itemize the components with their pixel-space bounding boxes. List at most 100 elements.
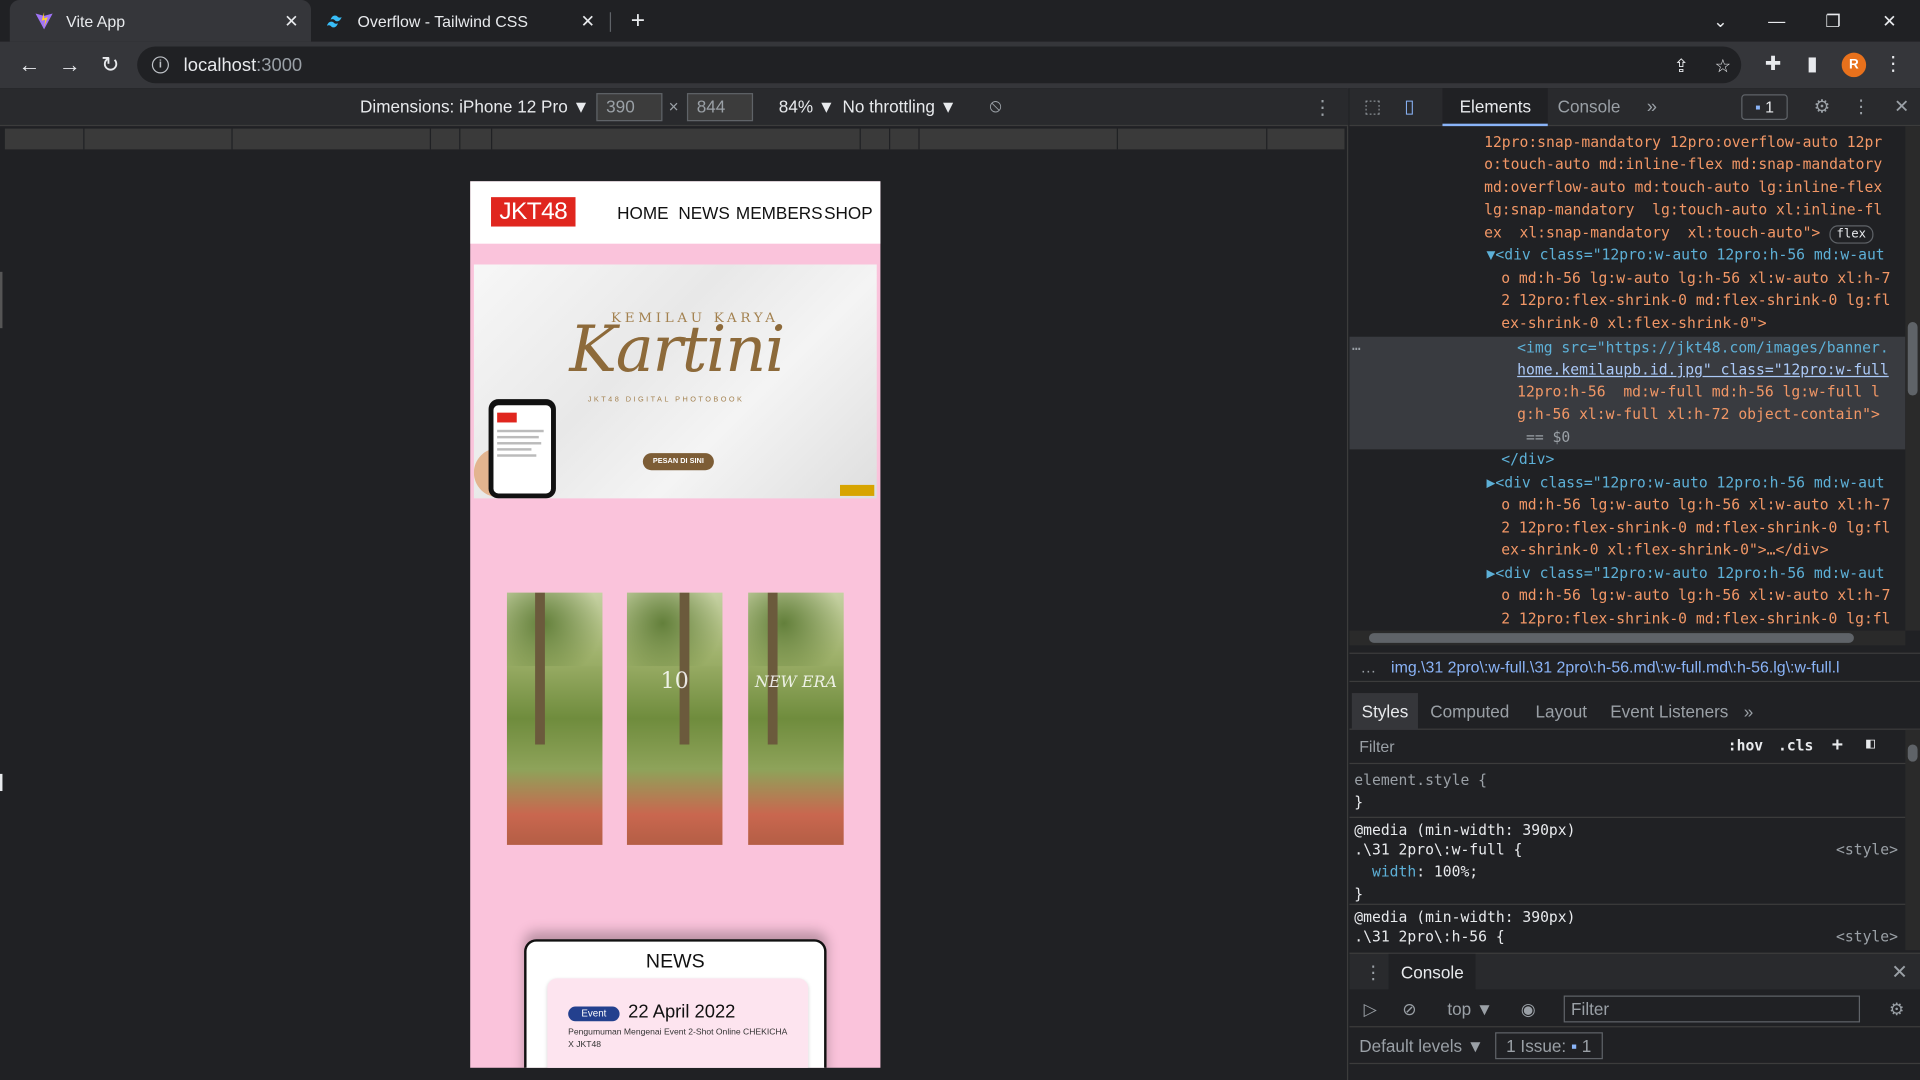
dom-line[interactable]: o md:h-56 lg:w-auto lg:h-56 xl:w-auto xl… <box>1501 493 1890 516</box>
dom-line-selected[interactable]: <img src="https://jkt48.com/images/banne… <box>1517 337 1889 360</box>
rule-source[interactable]: <style> <box>1836 927 1898 948</box>
devtools-menu-icon[interactable]: ⋮ <box>1850 97 1872 119</box>
dom-line-selected[interactable]: 12pro:h-56 md:w-full md:h-56 lg:w-full l <box>1517 381 1880 404</box>
context-select[interactable]: top ▼ <box>1447 999 1493 1019</box>
toggle-sidebar-icon[interactable]: ◧ <box>1866 735 1875 752</box>
tab-overflow-tailwind[interactable]: Overflow - Tailwind CSS ✕ <box>311 0 607 42</box>
subtab-layout[interactable]: Layout <box>1536 693 1587 730</box>
tab-search-chevron-icon[interactable]: ⌄ <box>1692 0 1748 42</box>
subtab-event-listeners[interactable]: Event Listeners <box>1610 693 1728 730</box>
subtab-styles[interactable]: Styles <box>1351 693 1419 730</box>
extensions-puzzle-icon[interactable]: ✚ <box>1761 53 1785 77</box>
dom-line[interactable]: ▶<div class="12pro:w-auto 12pro:h-56 md:… <box>1487 471 1885 494</box>
rule-line[interactable]: } <box>1354 792 1363 813</box>
device-width-input[interactable]: 390 <box>596 93 663 122</box>
rotate-icon[interactable]: ⦸ <box>984 96 1006 118</box>
dom-line[interactable]: o md:h-56 lg:w-auto lg:h-56 xl:w-auto xl… <box>1501 267 1890 290</box>
rule-line[interactable]: } <box>1354 884 1363 905</box>
rule-line[interactable]: .\31 2pro\:h-56 { <box>1354 927 1504 948</box>
media-query-ruler[interactable] <box>4 128 1345 150</box>
throttling-select[interactable]: No throttling ▼ <box>842 97 956 117</box>
more-subtabs-icon[interactable]: » <box>1744 693 1754 730</box>
console-sidebar-icon[interactable]: ▷ <box>1359 998 1381 1020</box>
kartini-banner[interactable]: KEMILAU KARYA Kartini JKT48 DIGITAL PHOT… <box>473 264 877 499</box>
jkt48-logo[interactable]: JKT48 <box>491 197 576 227</box>
rule-line[interactable]: .\31 2pro\:w-full { <box>1354 840 1522 861</box>
dom-line[interactable]: md:overflow-auto md:touch-auto lg:inline… <box>1484 176 1882 199</box>
photo-card[interactable]: 10 <box>626 592 723 845</box>
dom-line[interactable]: 2 12pro:flex-shrink-0 md:flex-shrink-0 l… <box>1501 289 1890 312</box>
issues-button[interactable]: 1 Issue: ▪ 1 <box>1495 1032 1603 1060</box>
dom-line-selected[interactable]: g:h-56 xl:w-full xl:h-72 object-contain"… <box>1517 403 1880 426</box>
close-devtools-icon[interactable]: ✕ <box>1891 97 1913 119</box>
drawer-tab-console[interactable]: Console <box>1388 953 1476 991</box>
dom-line[interactable]: 2 12pro:flex-shrink-0 md:flex-shrink-0 l… <box>1501 607 1890 630</box>
photo-card[interactable]: NEW ERA <box>748 592 844 845</box>
rule-line[interactable]: width: 100%; <box>1354 862 1478 883</box>
console-filter-input[interactable]: Filter <box>1563 995 1861 1023</box>
issues-badge[interactable]: ▪ 1 <box>1741 94 1788 121</box>
rule-line[interactable]: element.style { <box>1354 770 1487 791</box>
node-ellipsis[interactable]: … <box>1352 334 1361 357</box>
close-window-icon[interactable]: ✕ <box>1861 0 1917 42</box>
nav-news[interactable]: NEWS <box>678 203 729 223</box>
device-height-input[interactable]: 844 <box>686 93 754 122</box>
element-breadcrumb[interactable]: … img.\31 2pro\:w-full.\31 2pro\:h-56.md\… <box>1349 652 1920 683</box>
dom-line[interactable]: </div> <box>1501 448 1554 471</box>
back-icon[interactable]: ← <box>15 50 44 79</box>
clear-console-icon[interactable]: ⊘ <box>1398 998 1420 1020</box>
device-select[interactable]: Dimensions: iPhone 12 Pro ▼ <box>360 97 589 117</box>
dom-line-selected[interactable]: home.kemilaupb.id.jpg" class="12pro:w-fu… <box>1517 359 1889 382</box>
settings-gear-icon[interactable]: ⚙ <box>1811 97 1833 119</box>
resize-handle[interactable] <box>0 271 3 329</box>
dom-line[interactable]: ▶<div class="12pro:w-auto 12pro:h-56 md:… <box>1487 562 1885 585</box>
nav-members[interactable]: MEMBERS <box>736 203 823 223</box>
live-expression-eye-icon[interactable]: ◉ <box>1517 998 1539 1020</box>
menu-kebab-icon[interactable]: ⋮ <box>1881 53 1905 77</box>
dom-tree[interactable]: 12pro:snap-mandatory 12pro:overflow-auto… <box>1349 126 1906 630</box>
dom-vertical-scrollbar[interactable] <box>1905 126 1920 631</box>
device-more-icon[interactable]: ⋮ <box>1313 96 1333 120</box>
device-toggle-icon[interactable]: ▯ <box>1398 97 1420 119</box>
rule-line[interactable]: @media (min-width: 390px) <box>1354 907 1575 928</box>
new-tab-icon[interactable]: + <box>624 7 651 34</box>
share-icon[interactable]: ⇪ <box>1670 56 1692 78</box>
tab-vite-app[interactable]: Vite App ✕ <box>9 0 312 42</box>
flex-badge[interactable]: flex <box>1829 225 1874 244</box>
rule-source[interactable]: <style> <box>1836 840 1898 861</box>
address-bar[interactable]: i localhost:3000 ⇪ ☆ <box>137 46 1742 84</box>
minimize-icon[interactable]: — <box>1749 0 1805 42</box>
forward-icon[interactable]: → <box>55 50 84 79</box>
styles-scrollbar[interactable] <box>1905 729 1920 951</box>
console-settings-icon[interactable]: ⚙ <box>1886 998 1908 1020</box>
close-drawer-icon[interactable]: ✕ <box>1891 960 1907 984</box>
side-panel-icon[interactable]: ▮ <box>1800 53 1824 77</box>
new-rule-icon[interactable]: + <box>1832 733 1843 755</box>
rule-line[interactable]: @media (min-width: 390px) <box>1354 820 1575 841</box>
dom-line[interactable]: ex xl:snap-mandatory xl:touch-auto"> fle… <box>1484 222 1874 245</box>
class-toggle[interactable]: .cls <box>1778 737 1813 754</box>
subtab-computed[interactable]: Computed <box>1430 693 1509 730</box>
styles-filter-input[interactable]: Filter <box>1359 737 1394 755</box>
dom-line[interactable]: o md:h-56 lg:w-auto lg:h-56 xl:w-auto xl… <box>1501 584 1890 607</box>
photo-card[interactable] <box>506 592 603 845</box>
dom-line[interactable]: ex-shrink-0 xl:flex-shrink-0">…</div> <box>1501 539 1828 562</box>
restore-icon[interactable]: ❐ <box>1805 0 1861 42</box>
nav-shop[interactable]: SHOP <box>824 203 873 223</box>
close-tab-icon[interactable]: ✕ <box>578 11 598 31</box>
dom-line[interactable]: o:touch-auto md:inline-flex md:snap-mand… <box>1484 153 1882 176</box>
tab-elements[interactable]: Elements <box>1442 88 1549 127</box>
reload-icon[interactable]: ↻ <box>96 50 125 79</box>
breadcrumb-more-icon[interactable]: … <box>1360 658 1376 676</box>
news-item[interactable]: Event 22 April 2022 Pengumuman Mengenai … <box>547 978 809 1068</box>
log-levels-select[interactable]: Default levels ▼ <box>1359 1036 1484 1056</box>
dom-line[interactable]: 12pro:snap-mandatory 12pro:overflow-auto… <box>1484 131 1882 154</box>
hover-state-toggle[interactable]: :hov <box>1728 737 1763 754</box>
inspect-element-icon[interactable]: ⬚ <box>1362 97 1384 119</box>
more-tabs-icon[interactable]: » <box>1641 97 1663 119</box>
bookmark-star-icon[interactable]: ☆ <box>1712 56 1734 78</box>
site-info-icon[interactable]: i <box>151 56 169 74</box>
profile-avatar[interactable]: R <box>1841 52 1867 78</box>
dom-line[interactable]: ex-shrink-0 xl:flex-shrink-0"> <box>1501 312 1766 335</box>
dom-line[interactable]: lg:snap-mandatory lg:touch-auto xl:inlin… <box>1484 198 1882 221</box>
